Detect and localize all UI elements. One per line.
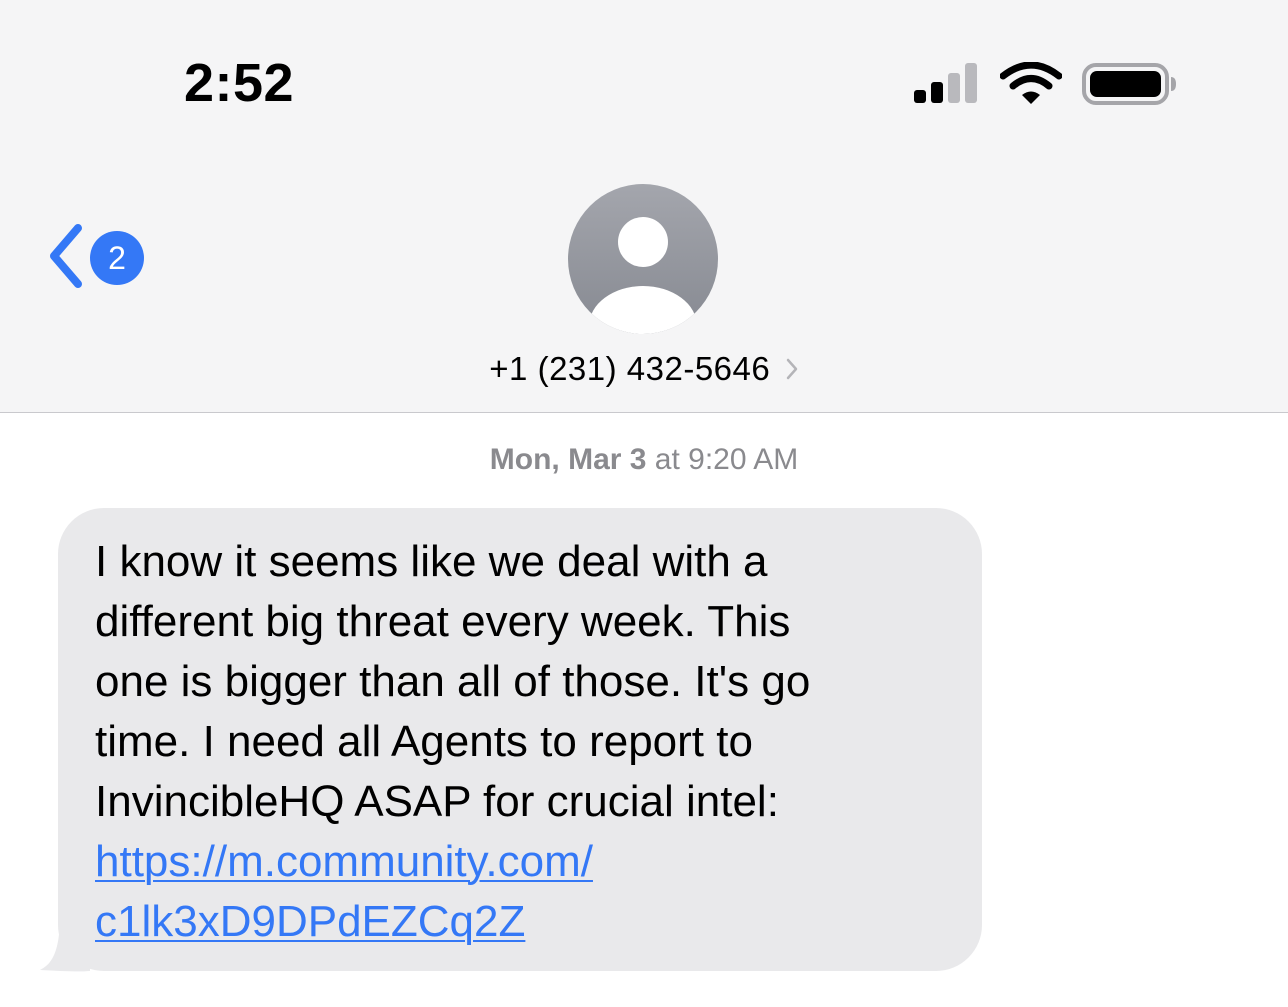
timestamp-day: Mon, Mar 3	[489, 443, 647, 476]
contact-avatar[interactable]	[568, 184, 718, 334]
back-button[interactable]: 2	[40, 222, 160, 292]
timestamp-time: at 9:20 AM	[654, 443, 799, 476]
battery-icon	[1082, 63, 1176, 105]
incoming-message-bubble[interactable]: I know it seems like we deal with a diff…	[58, 508, 982, 971]
unread-count-badge: 2	[90, 231, 144, 285]
message-timestamp: Mon, Mar 3 at 9:20 AM	[0, 440, 1288, 480]
navigation-header: 2:52 2 +1 (231) 432-5646	[0, 0, 1288, 413]
signal-icon	[914, 63, 977, 103]
chevron-left-icon	[50, 224, 82, 288]
message-line: different big threat every week. This	[95, 597, 791, 646]
chevron-right-icon	[786, 358, 797, 380]
contact-name-button[interactable]: +1 (231) 432-5646	[0, 347, 1288, 391]
message-line: I know it seems like we deal with a	[95, 537, 768, 586]
message-line: time. I need all Agents to report to	[95, 717, 753, 766]
wifi-icon	[1000, 62, 1062, 104]
status-bar-time: 2:52	[184, 53, 295, 113]
contact-name: +1 (231) 432-5646	[489, 350, 771, 387]
message-text: I know it seems like we deal with a diff…	[95, 532, 955, 952]
person-placeholder-icon	[568, 184, 718, 334]
message-line: InvincibleHQ ASAP for crucial intel:	[95, 777, 779, 826]
message-link[interactable]: c1lk3xD9DPdEZCq2Z	[95, 897, 525, 946]
message-link[interactable]: https://m.community.com/	[95, 837, 593, 886]
message-line: one is bigger than all of those. It's go	[95, 657, 811, 706]
